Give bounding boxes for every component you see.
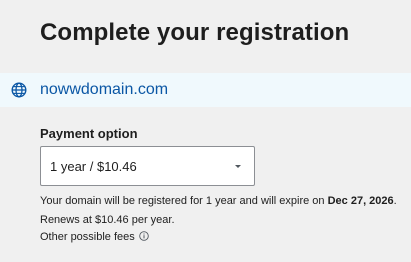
expiry-date: Dec 27, 2026 bbox=[327, 195, 394, 207]
renewal-note: Renews at $10.46 per year. bbox=[40, 214, 175, 226]
payment-option-label: Payment option bbox=[40, 126, 138, 141]
info-icon[interactable] bbox=[139, 231, 149, 241]
domain-name: nowwdomain.com bbox=[40, 81, 169, 98]
globe-icon bbox=[11, 82, 27, 98]
header: Complete your registration bbox=[0, 0, 411, 73]
payment-option-value: 1 year / $10.46 bbox=[50, 159, 137, 174]
payment-option-select[interactable]: 1 year / $10.46 bbox=[40, 146, 255, 186]
registration-note-end: . bbox=[393, 195, 397, 207]
chevron-down-icon bbox=[235, 165, 241, 168]
other-fees-label: Other possible fees bbox=[40, 231, 135, 243]
other-fees[interactable]: Other possible fees bbox=[40, 231, 149, 243]
registration-note-text: Your domain will be registered for 1 yea… bbox=[40, 195, 328, 207]
registration-note: Your domain will be registered for 1 yea… bbox=[40, 195, 397, 207]
page-title: Complete your registration bbox=[40, 19, 350, 46]
